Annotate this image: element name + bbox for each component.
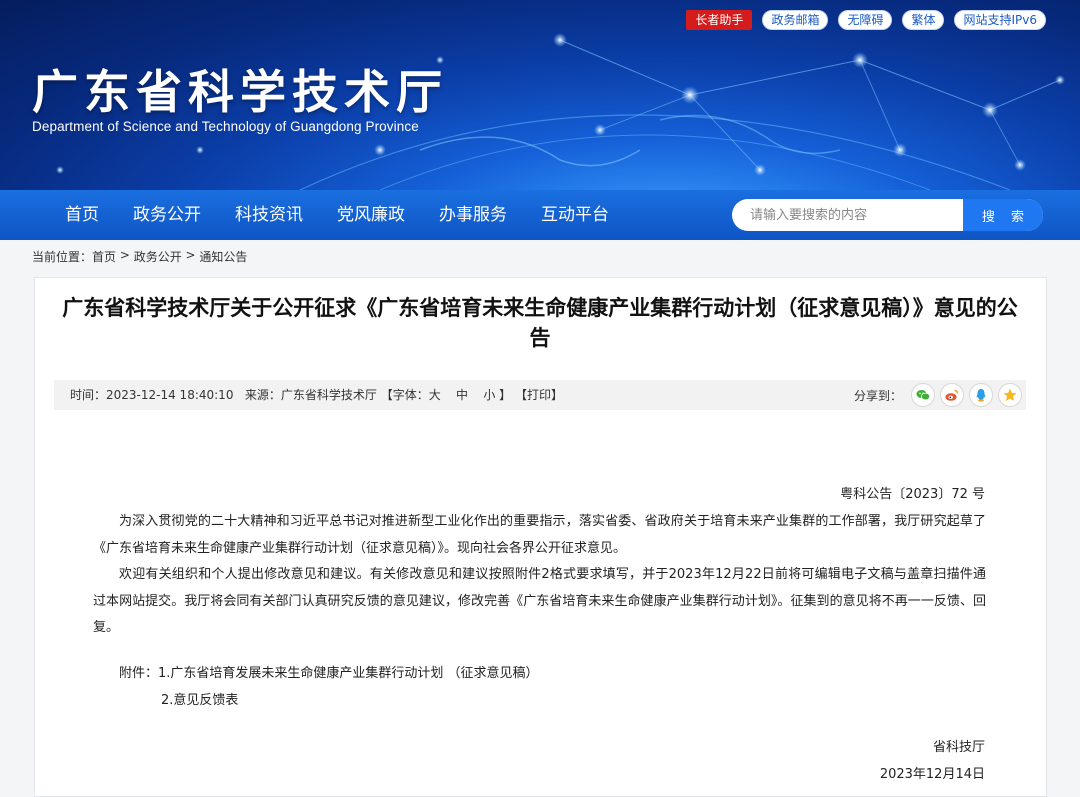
search-button[interactable]: 搜 索 (963, 199, 1043, 231)
nav-item-home[interactable]: 首页 (48, 190, 116, 240)
breadcrumb-separator: > (181, 248, 200, 262)
nav-item-interaction[interactable]: 互动平台 (524, 190, 626, 240)
nav-item-tech-news[interactable]: 科技资讯 (218, 190, 320, 240)
breadcrumb: 当前位置： 首页 > 政务公开 > 通知公告 (32, 248, 247, 265)
attachment-link-1[interactable]: 1.广东省培育发展未来生命健康产业集群行动计划 （征求意见稿） (158, 666, 539, 681)
breadcrumb-prefix: 当前位置： (32, 250, 93, 264)
traditional-chinese-link[interactable]: 繁体 (902, 10, 945, 30)
share-label: 分享到： (853, 388, 902, 403)
accessibility-link[interactable]: 无障碍 (838, 10, 893, 30)
top-links: 长者助手 政务邮箱 无障碍 繁体 网站支持IPv6 (686, 10, 1046, 30)
attachments-label: 附件： (119, 666, 159, 681)
article-body: 为深入贯彻党的二十大精神和习近平总书记对推进新型工业化作出的重要指示，落实省委、… (93, 509, 986, 642)
qzone-icon[interactable] (998, 383, 1022, 407)
article-meta-bar: 时间：2023-12-14 18:40:10 来源：广东省科学技术厅 【字体： … (54, 380, 1026, 410)
signature-block: 省科技厅 2023年12月14日 (880, 734, 985, 788)
search-box: 搜 索 (732, 199, 1043, 231)
ipv6-support-link[interactable]: 网站支持IPv6 (954, 10, 1046, 30)
publish-time: 时间：2023-12-14 18:40:10 (70, 388, 234, 402)
sign-date: 2023年12月14日 (879, 767, 985, 782)
attachment-link-2[interactable]: 2.意见反馈表 (161, 693, 238, 708)
search-input[interactable] (732, 199, 963, 231)
nav-item-gov-affairs[interactable]: 政务公开 (116, 190, 218, 240)
nav-item-integrity[interactable]: 党风廉政 (320, 190, 422, 240)
font-size-label: 【字体： (380, 388, 429, 402)
breadcrumb-notices[interactable]: 通知公告 (199, 248, 247, 265)
font-large-button[interactable]: 大 (429, 380, 441, 410)
share-bar: 分享到： (854, 383, 1022, 407)
article-title: 广东省科学技术厅关于公开征求《广东省培育未来生命健康产业集群行动计划（征求意见稿… (62, 296, 1018, 350)
elder-assistant-link[interactable]: 长者助手 (686, 10, 753, 30)
font-medium-button[interactable]: 中 (456, 380, 468, 410)
site-title: 广东省科学技术厅 (32, 65, 448, 119)
font-size-suffix: 】 (499, 388, 512, 402)
font-small-button[interactable]: 小 (483, 380, 495, 410)
breadcrumb-gov-affairs[interactable]: 政务公开 (134, 248, 182, 265)
header-banner: 广东省科学技术厅 Department of Science and Techn… (0, 0, 1080, 190)
signer: 省科技厅 (932, 740, 985, 755)
site-subtitle: Department of Science and Technology of … (32, 119, 419, 134)
document-number: 粤科公告〔2023〕72 号 (840, 487, 985, 502)
body-paragraph: 欢迎有关组织和个人提出修改意见和建议。有关修改意见和建议按照附件2格式要求填写，… (93, 567, 986, 635)
body-paragraph: 为深入贯彻党的二十大精神和习近平总书记对推进新型工业化作出的重要指示，落实省委、… (93, 514, 986, 556)
nav-item-services[interactable]: 办事服务 (422, 190, 524, 240)
qq-icon[interactable] (969, 383, 993, 407)
breadcrumb-separator: > (116, 248, 134, 262)
breadcrumb-home[interactable]: 首页 (92, 248, 116, 265)
print-button[interactable]: 【打印】 (515, 380, 563, 410)
wechat-icon[interactable] (911, 383, 935, 407)
article-source: 来源：广东省科学技术厅 (244, 388, 377, 402)
gov-mailbox-link[interactable]: 政务邮箱 (762, 10, 829, 30)
weibo-icon[interactable] (940, 383, 964, 407)
attachments: 附件：1.广东省培育发展未来生命健康产业集群行动计划 （征求意见稿） 2.意见反… (119, 660, 539, 714)
